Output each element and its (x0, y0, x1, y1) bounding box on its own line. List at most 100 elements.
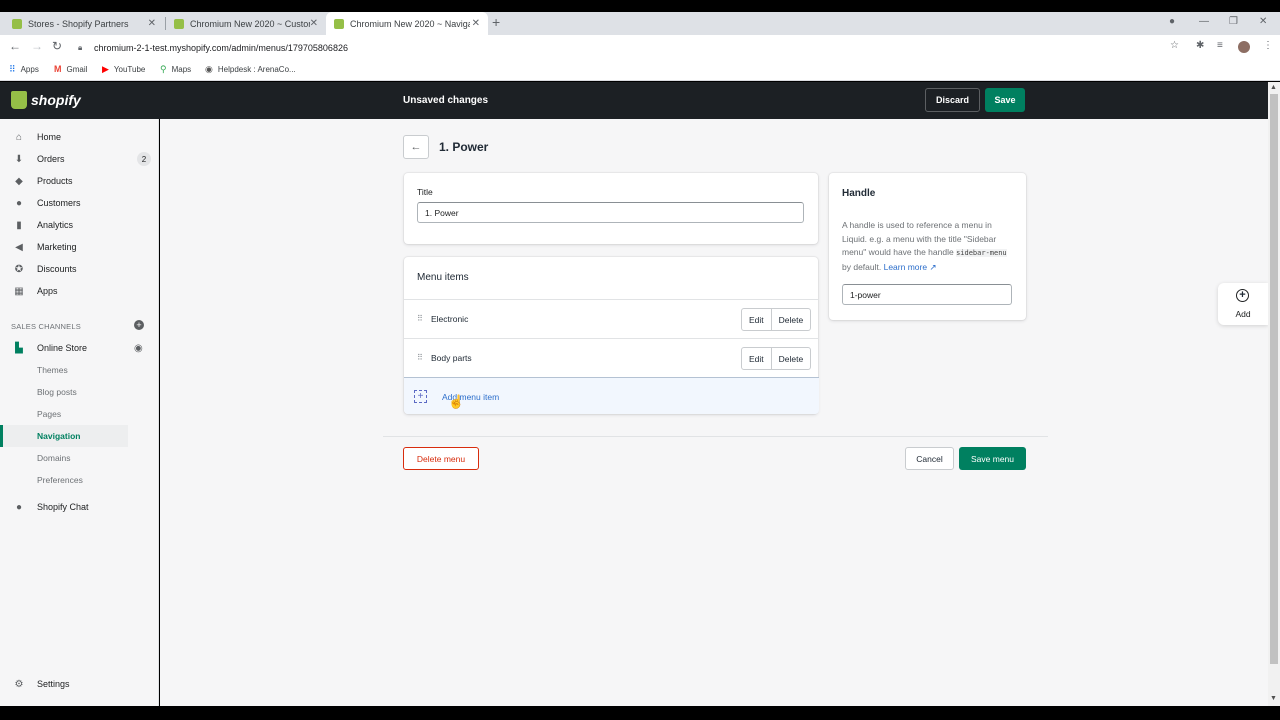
edit-button[interactable]: Edit (742, 309, 771, 330)
save-menu-button[interactable]: Save menu (959, 447, 1026, 470)
shopify-logo[interactable]: shopify (11, 91, 81, 109)
shopify-bag-icon (11, 91, 27, 109)
back-arrow-icon[interactable]: ← (9, 39, 21, 53)
sidebar-item-label: Online Store (37, 343, 88, 353)
avatar[interactable] (1238, 41, 1250, 53)
edit-button[interactable]: Edit (742, 348, 771, 369)
sidebar-item-customers[interactable]: ● Customers (0, 192, 159, 214)
forward-arrow-icon[interactable]: → (31, 39, 43, 53)
sidebar-item-label: Apps (37, 286, 58, 296)
window-close-icon[interactable]: ✕ (1259, 16, 1267, 27)
menu-item-actions: Edit Delete (741, 347, 812, 370)
sidebar-sub-blog-posts[interactable]: Blog posts (0, 381, 128, 403)
cancel-button[interactable]: Cancel (905, 447, 954, 470)
bookmark-label: YouTube (113, 65, 146, 74)
unsaved-changes-label: Unsaved changes (403, 95, 489, 106)
close-icon[interactable]: ✕ (148, 18, 156, 29)
gmail-icon: M (54, 64, 62, 74)
minimize-icon[interactable]: — (1199, 16, 1209, 27)
menu-item-name: Electronic (431, 314, 469, 324)
sidebar-item-home[interactable]: ⌂ Home (0, 126, 159, 148)
delete-menu-button[interactable]: Delete menu (403, 447, 479, 470)
handle-code-example: sidebar-menu (956, 249, 1007, 257)
bookmark-youtube[interactable]: ▶ YouTube (102, 64, 145, 75)
browser-tab-3-active[interactable]: Chromium New 2020 ~ Navigati ✕ (326, 12, 488, 35)
gear-icon: ⚙ (14, 678, 24, 690)
list-item: ⠿ Electronic Edit Delete (404, 299, 819, 338)
add-sales-channel-icon[interactable]: + (134, 320, 144, 330)
sidebar-item-apps[interactable]: ▦ Apps (0, 280, 159, 302)
sidebar: ⌂ Home ⬇ Orders 2 ◆ Products ● Customers… (0, 119, 159, 706)
discount-icon: ✪ (14, 263, 24, 275)
profile-circle-icon[interactable]: ● (1169, 16, 1175, 27)
sidebar-item-marketing[interactable]: ◀ Marketing (0, 236, 159, 258)
save-button[interactable]: Save (985, 88, 1025, 112)
sidebar-sub-themes[interactable]: Themes (0, 359, 128, 381)
learn-more-link[interactable]: Learn more ↗ (884, 262, 937, 272)
title-input[interactable]: 1. Power (417, 202, 804, 223)
scroll-down-arrow-icon[interactable]: ▼ (1270, 695, 1277, 702)
view-store-eye-icon[interactable]: ◉ (134, 343, 143, 354)
star-icon[interactable]: ☆ (1170, 40, 1179, 51)
browser-tab-1[interactable]: Stores - Shopify Partners ✕ (4, 12, 164, 35)
sidebar-item-analytics[interactable]: ▮ Analytics (0, 214, 159, 236)
drag-handle-icon[interactable]: ⠿ (417, 314, 423, 323)
sidebar-item-label: Discounts (37, 264, 77, 274)
close-icon[interactable]: ✕ (472, 18, 480, 29)
youtube-icon: ▶ (102, 64, 109, 74)
sidebar-sub-pages[interactable]: Pages (0, 403, 128, 425)
sidebar-item-products[interactable]: ◆ Products (0, 170, 159, 192)
reload-icon[interactable]: ↻ (52, 39, 62, 53)
sidebar-sub-preferences[interactable]: Preferences (0, 469, 128, 491)
drag-handle-icon[interactable]: ⠿ (417, 353, 423, 362)
bookmark-apps[interactable]: ⠿ Apps (9, 64, 39, 75)
sidebar-item-label: Shopify Chat (37, 502, 89, 512)
bookmark-maps[interactable]: ⚲ Maps (160, 64, 191, 75)
handle-input[interactable]: 1-power (842, 284, 1012, 305)
handle-heading: Handle (842, 188, 876, 199)
sidebar-item-label: Customers (37, 198, 81, 208)
bookmark-label: Gmail (66, 64, 88, 74)
scroll-thumb[interactable] (1270, 94, 1278, 664)
sidebar-item-shopify-chat[interactable]: ● Shopify Chat (0, 496, 159, 518)
orders-icon: ⬇ (14, 153, 24, 165)
arrow-left-icon: ← (410, 141, 422, 153)
handle-help-text: A handle is used to reference a menu in … (842, 219, 1014, 274)
learn-more-label: Learn more (883, 261, 928, 272)
media-icon[interactable]: ≡ (1217, 40, 1223, 51)
address-bar[interactable]: 🔒︎ chromium-2-1-test.myshopify.com/admin… (78, 38, 1258, 57)
close-icon[interactable]: ✕ (310, 18, 318, 29)
delete-button[interactable]: Delete (770, 309, 811, 330)
plus-circle-icon: + (1236, 289, 1249, 302)
scrollbar[interactable]: ▲ ▼ (1268, 82, 1280, 706)
maximize-icon[interactable]: ❐ (1229, 16, 1238, 27)
sidebar-item-discounts[interactable]: ✪ Discounts (0, 258, 159, 280)
shopify-favicon-icon (334, 18, 344, 29)
sidebar-sub-domains[interactable]: Domains (0, 447, 128, 469)
bookmark-gmail[interactable]: M Gmail (54, 64, 87, 74)
shopify-favicon-icon (12, 18, 22, 29)
shopify-favicon-icon (174, 18, 184, 29)
floating-add-button[interactable]: + Add (1218, 283, 1268, 325)
divider (383, 436, 1048, 437)
tag-icon: ◆ (15, 175, 23, 187)
extensions-icon[interactable]: ✱ (1196, 40, 1204, 51)
title-card: Title 1. Power (404, 173, 818, 244)
sidebar-item-settings[interactable]: ⚙ Settings (0, 673, 159, 695)
sidebar-sub-navigation[interactable]: Navigation (0, 425, 128, 447)
sidebar-item-orders[interactable]: ⬇ Orders 2 (0, 148, 159, 170)
browser-tab-2[interactable]: Chromium New 2020 ~ Customi ✕ (166, 12, 326, 35)
tab-title: Chromium New 2020 ~ Customi (190, 18, 310, 29)
back-button[interactable]: ← (403, 135, 429, 159)
delete-button[interactable]: Delete (770, 348, 811, 369)
more-vertical-icon[interactable]: ⋮ (1263, 40, 1273, 51)
add-menu-item-row[interactable]: + Add menu item ☝ (404, 377, 819, 414)
scroll-up-arrow-icon[interactable]: ▲ (1270, 84, 1277, 91)
title-field-label: Title (417, 187, 433, 197)
new-tab-icon[interactable]: + (492, 14, 500, 30)
menu-items-card: Menu items ⠿ Electronic Edit Delete ⠿ Bo… (404, 257, 819, 414)
discard-button[interactable]: Discard (925, 88, 980, 112)
tab-title: Stores - Shopify Partners (28, 18, 129, 29)
browser-tabstrip: Stores - Shopify Partners ✕ Chromium New… (0, 12, 1280, 35)
bookmark-helpdesk[interactable]: ◉ Helpdesk : ArenaCo... (205, 64, 296, 75)
